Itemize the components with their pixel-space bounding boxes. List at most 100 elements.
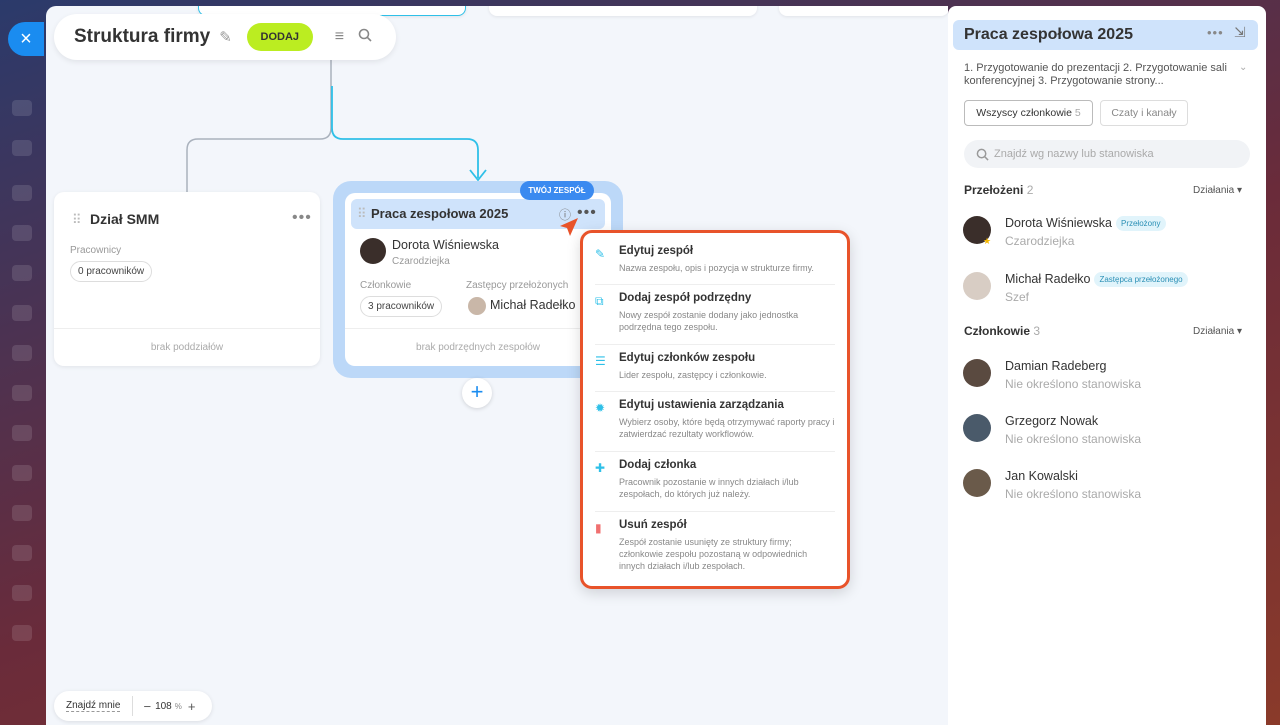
add-button[interactable]: DODAJ bbox=[246, 23, 313, 51]
zoom-out-button[interactable]: − bbox=[143, 699, 151, 714]
panel-header: Praca zespołowa 2025 ••• ⇲ bbox=[953, 20, 1258, 50]
page-title: Struktura firmy bbox=[74, 26, 211, 47]
deputy-name[interactable]: Michał Radełko bbox=[490, 298, 575, 312]
person-name: Grzegorz Nowak bbox=[1005, 414, 1099, 428]
person-name: Dorota Wiśniewska Przełożony bbox=[1005, 216, 1166, 232]
menu-item-description: Nowy zespół zostanie dodany jako jednost… bbox=[619, 310, 799, 332]
team-head-role: Czarodziejka bbox=[392, 256, 450, 267]
person-name: Michał Radełko Zastępca przełożonego bbox=[1005, 272, 1188, 288]
menu-icon[interactable]: ≡ bbox=[335, 28, 344, 46]
employees-chip[interactable]: 0 pracowników bbox=[70, 261, 153, 282]
person-role: Nie określono stanowiska bbox=[1005, 487, 1142, 501]
tab-label: Wszyscy członkowie bbox=[976, 107, 1072, 119]
members-actions-dropdown[interactable]: Działania ▾ bbox=[1193, 326, 1242, 337]
sidebar-icon[interactable] bbox=[12, 465, 32, 481]
find-me-button[interactable]: Znajdź mnie bbox=[66, 700, 121, 712]
card-footer: brak poddziałów bbox=[54, 328, 320, 366]
supervisors-section-title: Przełożeni 2 bbox=[964, 183, 1033, 197]
zoom-in-button[interactable]: + bbox=[188, 699, 196, 714]
person-row[interactable]: Michał Radełko Zastępca przełożonego Szef bbox=[963, 270, 1253, 310]
sidebar-icon[interactable] bbox=[12, 265, 32, 281]
menu-item-edit-members[interactable]: ☰ Edytuj członków zespołu Lider zespołu,… bbox=[595, 352, 835, 392]
sidebar-icon[interactable] bbox=[12, 505, 32, 521]
menu-item-management-settings[interactable]: ✹ Edytuj ustawienia zarządzania Wybierz … bbox=[595, 399, 835, 452]
collapse-icon[interactable]: ⇲ bbox=[1234, 24, 1246, 41]
team-head-name[interactable]: Dorota Wiśniewska bbox=[392, 238, 499, 252]
members-chip[interactable]: 3 pracowników bbox=[360, 296, 443, 317]
person-row[interactable]: ★ Dorota Wiśniewska Przełożony Czarodziej… bbox=[963, 214, 1253, 254]
avatar bbox=[468, 297, 486, 315]
sidebar-icon[interactable] bbox=[12, 425, 32, 441]
tab-chats[interactable]: Czaty i kanały bbox=[1100, 100, 1188, 126]
sidebar-icon[interactable] bbox=[12, 100, 32, 116]
menu-item-title: Dodaj zespół podrzędny bbox=[619, 292, 752, 304]
sidebar-icon[interactable] bbox=[12, 225, 32, 241]
drag-handle-icon[interactable]: ⠿ bbox=[357, 206, 367, 222]
person-name: Damian Radeberg bbox=[1005, 359, 1107, 373]
panel-title: Praca zespołowa 2025 bbox=[964, 26, 1133, 43]
supervisors-actions-dropdown[interactable]: Działania ▾ bbox=[1193, 185, 1242, 196]
menu-item-title: Edytuj ustawienia zarządzania bbox=[619, 399, 784, 411]
crown-icon: ★ bbox=[983, 236, 992, 246]
sidebar-icon[interactable] bbox=[12, 545, 32, 561]
menu-item-add-member[interactable]: ✚ Dodaj członka Pracownik pozostanie w i… bbox=[595, 459, 835, 512]
add-subteam-icon: ⧉ bbox=[595, 294, 604, 308]
deputy-label: Zastępcy przełożonych bbox=[466, 280, 569, 291]
search-icon bbox=[976, 148, 989, 161]
menu-item-add-subteam[interactable]: ⧉ Dodaj zespół podrzędny Nowy zespół zos… bbox=[595, 292, 835, 345]
members-section-title: Członkowie 3 bbox=[964, 324, 1040, 338]
menu-item-edit-team[interactable]: ✎ Edytuj zespół Nazwa zespołu, opis i po… bbox=[595, 245, 835, 285]
team-context-menu: ✎ Edytuj zespół Nazwa zespołu, opis i po… bbox=[580, 230, 850, 589]
search-icon[interactable] bbox=[358, 28, 372, 46]
person-name-text: Dorota Wiśniewska bbox=[1005, 216, 1112, 230]
edit-members-icon: ☰ bbox=[595, 354, 606, 368]
search-input[interactable]: Znajdź wg nazwy lub stanowiska bbox=[964, 140, 1250, 168]
header-toolbar: Struktura firmy ✎ DODAJ ≡ bbox=[54, 14, 396, 60]
person-role: Nie określono stanowiska bbox=[1005, 432, 1142, 446]
zoom-unit: % bbox=[174, 701, 182, 711]
trash-icon: ▮ bbox=[595, 521, 602, 535]
department-card[interactable]: ⠿ Dział SMM ••• Pracownicy 0 pracowników… bbox=[54, 192, 320, 366]
your-team-badge: TWÓJ ZESPÓŁ bbox=[520, 181, 594, 200]
sidebar-icon[interactable] bbox=[12, 185, 32, 201]
add-member-icon: ✚ bbox=[595, 461, 606, 475]
person-row[interactable]: Jan Kowalski Nie określono stanowiska bbox=[963, 467, 1253, 507]
department-title: Dział SMM bbox=[90, 211, 160, 227]
sidebar-icon[interactable] bbox=[12, 625, 32, 641]
menu-item-title: Edytuj członków zespołu bbox=[619, 352, 756, 364]
person-role: Czarodziejka bbox=[1005, 234, 1075, 248]
more-icon[interactable]: ••• bbox=[1207, 25, 1224, 40]
role-tag: Zastępca przełożonego bbox=[1094, 272, 1188, 288]
menu-item-description: Nazwa zespołu, opis i pozycja w struktur… bbox=[619, 263, 814, 273]
avatar bbox=[963, 272, 991, 300]
drag-handle-icon[interactable]: ⠿ bbox=[72, 212, 82, 228]
actions-label: Działania bbox=[1193, 185, 1235, 196]
sidebar-icon[interactable] bbox=[12, 385, 32, 401]
avatar bbox=[963, 359, 991, 387]
chevron-down-icon[interactable]: ⌄ bbox=[1239, 62, 1247, 73]
team-description: 1. Przygotowanie do prezentacji 2. Przyg… bbox=[964, 62, 1227, 87]
sidebar-icon[interactable] bbox=[12, 345, 32, 361]
sidebar-icon[interactable] bbox=[12, 585, 32, 601]
menu-item-description: Zespół zostanie usunięty ze struktury fi… bbox=[619, 537, 808, 571]
add-subteam-button[interactable]: + bbox=[462, 378, 492, 408]
menu-item-delete-team[interactable]: ▮ Usuń zespół Zespół zostanie usunięty z… bbox=[595, 519, 835, 579]
edit-icon: ✎ bbox=[595, 247, 606, 261]
zoom-bar: Znajdź mnie − 108 % + bbox=[54, 691, 212, 721]
person-role: Nie określono stanowiska bbox=[1005, 377, 1142, 391]
section-label: Członkowie bbox=[964, 324, 1031, 338]
team-details-panel: Praca zespołowa 2025 ••• ⇲ 1. Przygotowa… bbox=[948, 6, 1266, 725]
tab-count: 5 bbox=[1074, 107, 1081, 119]
tab-all-members[interactable]: Wszyscy członkowie 5 bbox=[964, 100, 1093, 126]
person-row[interactable]: Grzegorz Nowak Nie określono stanowiska bbox=[963, 412, 1253, 452]
more-icon[interactable]: ••• bbox=[292, 209, 312, 227]
person-row[interactable]: Damian Radeberg Nie określono stanowiska bbox=[963, 357, 1253, 397]
menu-item-title: Usuń zespół bbox=[619, 519, 687, 531]
close-button[interactable]: × bbox=[8, 22, 44, 56]
pin-icon[interactable]: ✎ bbox=[219, 28, 232, 46]
section-label: Przełożeni bbox=[964, 183, 1024, 197]
sidebar-icon[interactable] bbox=[12, 140, 32, 156]
team-title: Praca zespołowa 2025 bbox=[371, 206, 509, 221]
sidebar-icon[interactable] bbox=[12, 305, 32, 321]
avatar bbox=[360, 238, 386, 264]
